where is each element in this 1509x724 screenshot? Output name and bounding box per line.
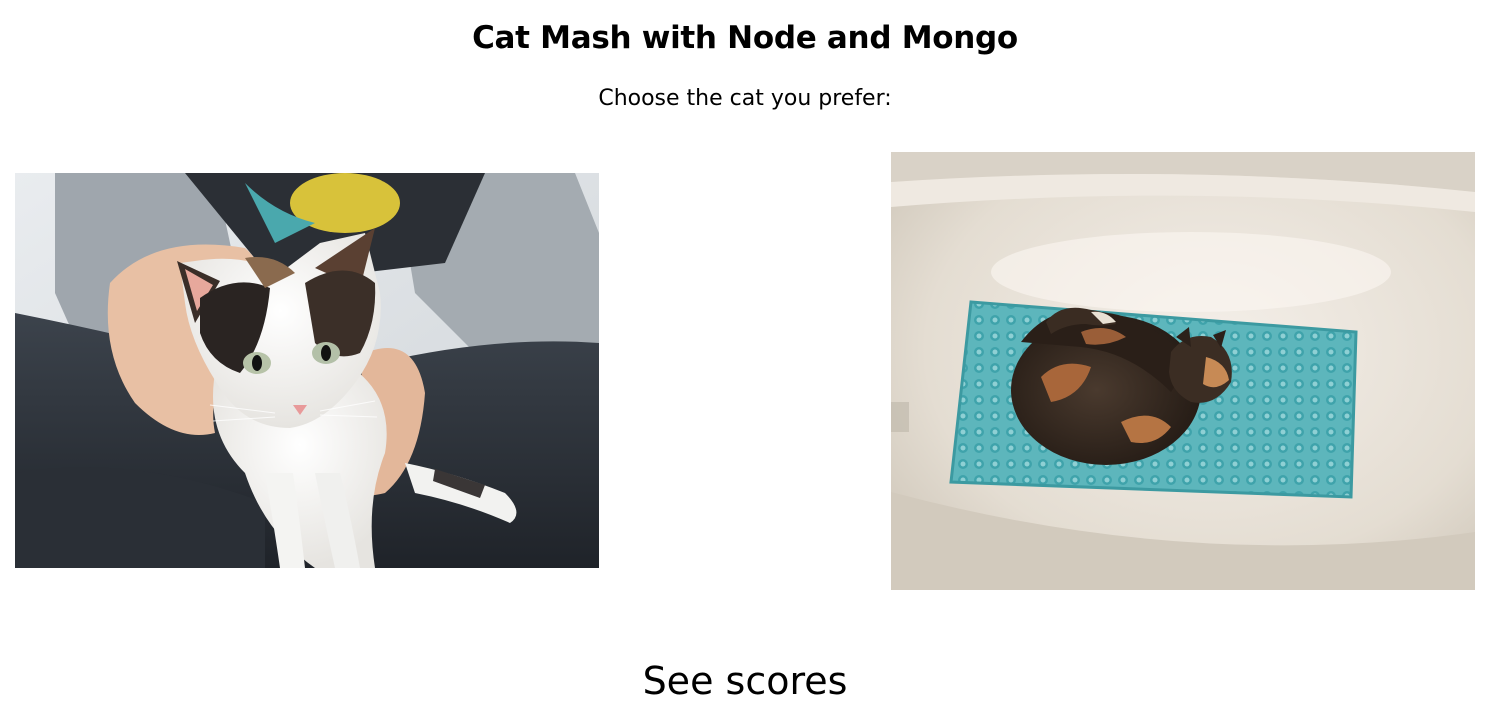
see-scores-label: See scores (642, 659, 848, 703)
cat-photo-right (891, 152, 1475, 590)
cat-option-right[interactable] (891, 152, 1475, 590)
cat-photo-left (15, 173, 599, 568)
page: Cat Mash with Node and Mongo Choose the … (0, 0, 1509, 724)
see-scores-link[interactable]: See scores (0, 654, 1490, 708)
page-title: Cat Mash with Node and Mongo (472, 20, 1018, 56)
cat-option-left[interactable] (15, 173, 599, 568)
page-subtitle: Choose the cat you prefer: (598, 86, 892, 111)
